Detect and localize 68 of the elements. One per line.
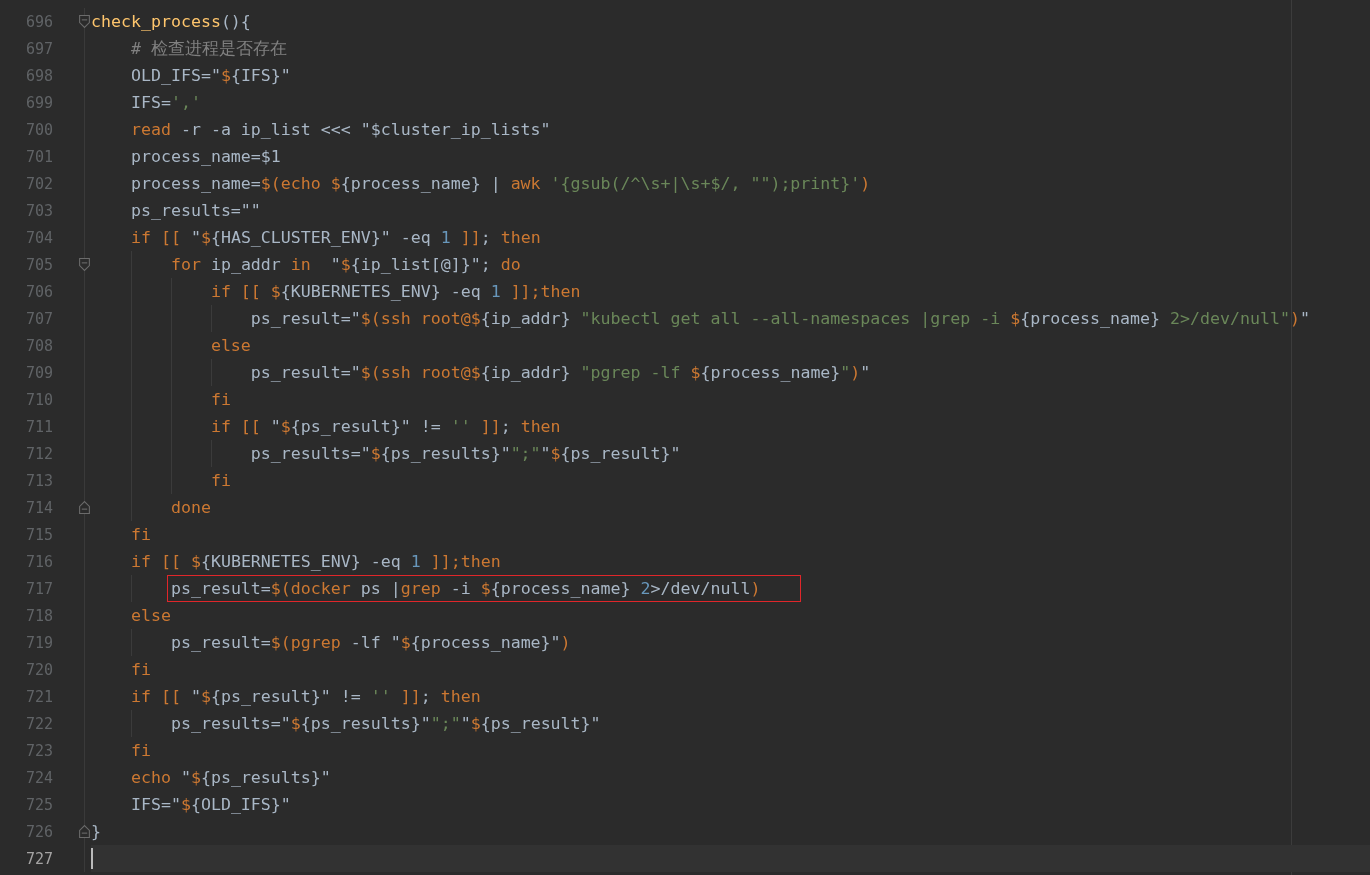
line-number: 707 [25, 309, 54, 328]
line-number: 697 [25, 39, 54, 58]
line-number: 718 [25, 606, 54, 625]
line-number: 699 [25, 93, 54, 112]
line-number: 715 [25, 525, 54, 544]
code-line: done [170, 497, 211, 519]
code-line: if [[ ${KUBERNETES_ENV} -eq 1 ]];then [210, 281, 581, 303]
line-number: 702 [25, 174, 54, 193]
code-line: IFS="${OLD_IFS}" [130, 794, 291, 816]
line-number: 701 [25, 147, 54, 166]
fold-icon[interactable] [79, 825, 90, 838]
line-number: 722 [25, 714, 54, 733]
code-line: ps_result=$(docker ps |grep -i ${process_name} 2>/dev/null) [167, 576, 801, 601]
code-line: echo "${ps_results}" [130, 767, 331, 789]
code-line: if [[ ${KUBERNETES_ENV} -eq 1 ]];then [130, 551, 501, 573]
code-line: process_name=$(echo ${process_name} | awk '{gsub(/^\s+|\s+$/, "");print}') [130, 173, 871, 195]
line-number: 714 [25, 498, 54, 517]
code-line: ps_results="${ps_results}"";""${ps_result}" [250, 443, 681, 465]
line-number: 713 [25, 471, 54, 490]
line-number: 708 [25, 336, 54, 355]
code-line: fi [210, 389, 231, 411]
code-line: fi [130, 740, 151, 762]
line-number: 700 [25, 120, 54, 139]
code-line: if [[ "${ps_result}" != '' ]]; then [130, 686, 481, 708]
line-number: 706 [25, 282, 54, 301]
line-number: 710 [25, 390, 54, 409]
fold-icon[interactable] [79, 258, 90, 271]
text-caret [91, 848, 93, 869]
code-line: ps_result="$(ssh root@${ip_addr} "kubectl get all --all-namespaces |grep -i ${process_name} 2>/dev/null")" [250, 308, 1310, 330]
code-line: fi [130, 524, 151, 546]
line-number: 726 [25, 822, 54, 841]
line-number: 696 [25, 12, 54, 31]
line-number: 703 [25, 201, 54, 220]
code-line: process_name=$1 [130, 146, 281, 168]
line-number: 721 [25, 687, 54, 706]
fold-icon[interactable] [79, 15, 90, 28]
code-line: OLD_IFS="${IFS}" [130, 65, 291, 87]
line-number: 724 [25, 768, 54, 787]
code-line: ps_results="" [130, 200, 261, 222]
code-line: IFS=',' [130, 92, 201, 114]
code-line: # 检查进程是否存在 [130, 38, 287, 60]
code-line: ps_result=$(pgrep -lf "${process_name}") [170, 632, 571, 654]
line-number: 698 [25, 66, 54, 85]
line-number: 716 [25, 552, 54, 571]
line-number: 705 [25, 255, 54, 274]
code-line: if [[ "${HAS_CLUSTER_ENV}" -eq 1 ]]; then [130, 227, 541, 249]
code-line: fi [130, 659, 151, 681]
line-number: 709 [25, 363, 54, 382]
line-number: 719 [25, 633, 54, 652]
fold-icon[interactable] [79, 501, 90, 514]
code-line: } [91, 821, 101, 843]
line-number: 712 [25, 444, 54, 463]
code-line: check_process(){ [91, 11, 251, 33]
code-line: ps_results="${ps_results}"";""${ps_result}" [170, 713, 601, 735]
code-line: read -r -a ip_list <<< "$cluster_ip_lists" [130, 119, 551, 141]
line-number: 704 [25, 228, 54, 247]
line-number: 711 [25, 417, 54, 436]
code-line: else [210, 335, 251, 357]
code-line: for ip_addr in "${ip_list[@]}"; do [170, 254, 521, 276]
line-number: 727 [25, 849, 54, 868]
code-line: fi [210, 470, 231, 492]
code-line: else [130, 605, 171, 627]
line-number: 717 [25, 579, 54, 598]
line-number: 720 [25, 660, 54, 679]
line-number: 725 [25, 795, 54, 814]
code-line: ps_result="$(ssh root@${ip_addr} "pgrep -lf ${process_name}")" [250, 362, 871, 384]
line-number: 723 [25, 741, 54, 760]
code-line: if [[ "${ps_result}" != '' ]]; then [210, 416, 561, 438]
